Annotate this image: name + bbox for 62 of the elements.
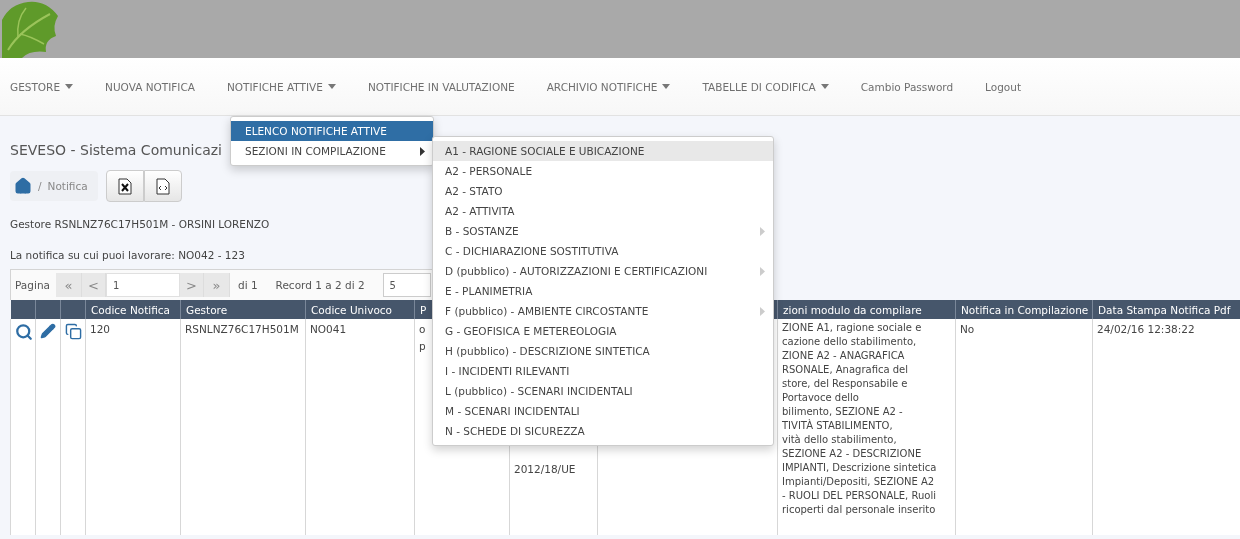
nav-link[interactable]: Cambio Password — [846, 80, 968, 93]
menu-item[interactable]: M - SCENARI INCIDENTALI — [433, 401, 773, 421]
caret-icon — [65, 84, 74, 89]
submenu-arrow-icon — [760, 306, 765, 316]
table-cell-text: RSNLNZ76C17H501M — [185, 322, 299, 337]
page-title: SEVESO - Sistema Comunicazi — [10, 142, 222, 160]
menu-item[interactable]: G - GEOFISICA E METEREOLOGIA — [433, 321, 773, 341]
caret-icon — [327, 84, 336, 89]
menu-item[interactable]: A1 - RAGIONE SOCIALE E UBICAZIONE — [433, 141, 773, 161]
menu-item[interactable]: E - PLANIMETRIA — [433, 281, 773, 301]
column-header: zioni modulo da compilare — [777, 300, 956, 319]
table-cell: ZIONE A1, ragione sociale e cazione dello stabilimento, ZIONE A2 - ANAGRAFICA RSONALE, Anagrafica del store, del Responsabile e Portavoce dello bilimento, SEZIONE A2 - TIVITÀ STABILIMENTO, vità dello stabilimento, SEZIONE A2 - DESCRIZIONE IMPIANTI, Descrizione sintetica Impianti/Depositi, SEZIONE A2 - RUOLI DEL PERSONALE, Ruoli ricoperti dal personale inserito — [782, 321, 937, 517]
table-cell-text: 120 — [90, 322, 111, 337]
menu-item[interactable]: A2 - PERSONALE — [433, 161, 773, 181]
menu-item[interactable]: L (pubblico) - SCENARI INCIDENTALI — [433, 381, 773, 401]
nav-link[interactable]: TABELLE DI CODIFICA — [688, 80, 843, 93]
submenu-arrow-icon — [420, 146, 425, 156]
pencil-icon — [40, 323, 56, 339]
menu-item[interactable]: D (pubblico) - AUTORIZZAZIONI E CERTIFICAZIONI — [433, 261, 773, 281]
table-cell-text: 2012/18/UE — [514, 462, 576, 477]
code-file-icon — [155, 177, 170, 195]
spreadsheet-file-icon — [117, 177, 132, 195]
breadcrumb-separator: / — [38, 180, 42, 192]
page-size-select[interactable]: 5 — [382, 273, 431, 297]
spreadsheet-export-button[interactable] — [105, 170, 144, 202]
table-cell-text: No — [960, 322, 975, 337]
submenu-arrow-icon — [760, 266, 765, 276]
record-count: Record 1 a 2 di 2 — [275, 279, 365, 291]
menu-item[interactable]: ELENCO NOTIFICHE ATTIVE — [231, 121, 433, 141]
column-header: Codice Notifica — [85, 300, 181, 319]
search-icon — [15, 323, 33, 341]
menu-item[interactable]: I - INCIDENTI RILEVANTI — [433, 361, 773, 381]
nav-link[interactable]: GESTORE — [0, 80, 88, 93]
manager-info: Gestore RSNLNZ76C17H501M - ORSINI LORENZO — [10, 218, 270, 230]
column-header: Gestore — [180, 300, 306, 319]
table-cell-text: 24/02/16 12:38:22 — [1097, 322, 1195, 337]
page-input[interactable]: 1 — [105, 273, 180, 297]
caret-icon — [662, 84, 671, 89]
notice-text: La notifica su cui puoi lavorare: NO042 - 123 — [10, 249, 245, 261]
table-cell-text: NO041 — [310, 322, 347, 337]
column-header: Notifica in Compilazione — [955, 300, 1093, 319]
menu-item[interactable]: B - SOSTANZE — [433, 221, 773, 241]
copy-icon — [65, 323, 82, 340]
menu-item[interactable]: SEZIONI IN COMPILAZIONE — [231, 141, 433, 161]
menu-item[interactable]: C - DICHIARAZIONE SOSTITUTIVA — [433, 241, 773, 261]
menu-item[interactable]: H (pubblico) - DESCRIZIONE SINTETICA — [433, 341, 773, 361]
nav-link[interactable]: NUOVA NOTIFICA — [91, 80, 209, 93]
caret-icon — [820, 84, 829, 89]
nav-link[interactable]: NOTIFICHE IN VALUTAZIONE — [353, 80, 529, 93]
table-cell-text: o p — [419, 322, 426, 354]
nav-link[interactable]: Logout — [971, 80, 1036, 93]
menu-item[interactable]: N - SCHEDE DI SICUREZZA — [433, 421, 773, 441]
nav-link[interactable]: NOTIFICHE ATTIVE — [213, 80, 350, 93]
submenu-arrow-icon — [760, 226, 765, 236]
menu-item[interactable]: A2 - STATO — [433, 181, 773, 201]
menu-item[interactable]: A2 - ATTIVITA — [433, 201, 773, 221]
column-header: Data Stampa Notifica Pdf — [1092, 300, 1240, 319]
home-icon[interactable] — [14, 177, 32, 195]
nav-link[interactable]: ARCHIVIO NOTIFICHE — [532, 80, 685, 93]
column-header: Codice Univoco — [305, 300, 415, 319]
page-label: Pagina — [15, 279, 50, 291]
page-count: di 1 — [237, 279, 258, 291]
